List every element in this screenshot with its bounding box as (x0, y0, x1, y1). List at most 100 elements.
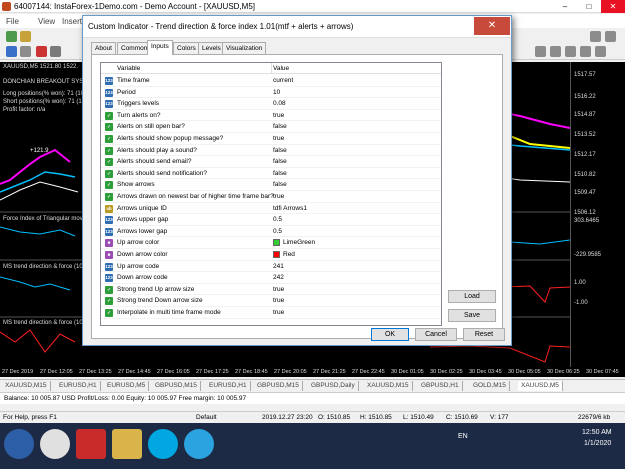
chart-tab[interactable]: GOLD,M15 (470, 381, 510, 391)
param-value[interactable]: 10 (273, 89, 280, 96)
color-swatch[interactable] (273, 251, 280, 258)
chart-tab[interactable]: EURUSD,H1 (56, 381, 101, 391)
ok-button[interactable]: OK (371, 328, 409, 341)
profile-name[interactable]: Default (196, 414, 217, 421)
zoom-out-icon[interactable] (605, 31, 616, 42)
param-value[interactable]: 0.08 (273, 100, 286, 107)
menu-insert[interactable]: Insert (62, 17, 82, 26)
input-row[interactable]: 123 Period 10 (101, 87, 441, 99)
chart-tab[interactable]: GBPUSD,M15 (152, 381, 201, 391)
chrome-icon[interactable] (40, 429, 70, 459)
input-row[interactable]: 123 Time frame current (101, 75, 441, 87)
menu-view[interactable]: View (38, 17, 55, 26)
chart-tab-active[interactable]: XAUUSD,M5 (518, 381, 563, 391)
input-row[interactable]: ✓ Alerts should send notification? false (101, 168, 441, 180)
param-value[interactable]: false (273, 158, 287, 165)
input-row[interactable]: ✓ Alerts on still open bar? false (101, 121, 441, 133)
input-row[interactable]: ✓ Show arrows false (101, 179, 441, 191)
input-row[interactable]: ✓ Alerts should play a sound? false (101, 145, 441, 157)
start-icon[interactable] (4, 429, 34, 459)
input-row[interactable]: 123 Triggers levels 0.08 (101, 98, 441, 110)
param-value[interactable]: 241 (273, 263, 284, 270)
param-value[interactable]: LimeGreen (283, 239, 315, 246)
chart-tab[interactable]: XAUUSD,M15 (2, 381, 51, 391)
color-swatch[interactable] (273, 239, 280, 247)
crosshair-icon[interactable] (6, 46, 17, 57)
column-value[interactable]: Value (273, 65, 289, 72)
chart-tab[interactable]: XAUUSD,M15 (364, 381, 413, 391)
input-row[interactable]: 123 Up arrow code 241 (101, 261, 441, 273)
period-m5-icon[interactable] (550, 46, 561, 57)
folder-icon[interactable] (112, 429, 142, 459)
chart-tab[interactable]: GBPUSD,H1 (418, 381, 463, 391)
load-button[interactable]: Load (448, 290, 496, 303)
param-value[interactable]: true (273, 135, 284, 142)
zoom-in-icon[interactable] (590, 31, 601, 42)
text-tool-icon[interactable] (36, 46, 47, 57)
tab-inputs[interactable]: Inputs (147, 40, 173, 55)
telegram-icon[interactable] (184, 429, 214, 459)
period-m1-icon[interactable] (535, 46, 546, 57)
menu-file[interactable]: File (6, 17, 19, 26)
param-value[interactable]: true (273, 309, 284, 316)
chart-tab[interactable]: EURUSD,M5 (104, 381, 150, 391)
param-value[interactable]: Red (283, 251, 295, 258)
input-row[interactable]: ✓ Arrows drawn on newest bar of higher ti… (101, 191, 441, 203)
chart-tab[interactable]: EURUSD,H1 (206, 381, 251, 391)
terminal-app-icon[interactable] (76, 429, 106, 459)
skype-icon[interactable] (148, 429, 178, 459)
close-button[interactable]: ✕ (601, 0, 625, 13)
period-m15-icon[interactable] (565, 46, 576, 57)
param-value[interactable]: true (273, 193, 284, 200)
input-row[interactable]: 123 Down arrow code 242 (101, 272, 441, 284)
tab-about[interactable]: About (91, 42, 116, 54)
line-tool-icon[interactable] (20, 46, 31, 57)
profiles-icon[interactable] (20, 31, 31, 42)
new-chart-icon[interactable] (6, 31, 17, 42)
param-value[interactable]: false (273, 170, 287, 177)
input-row[interactable]: 123 Arrows upper gap 0.5 (101, 214, 441, 226)
maximize-button[interactable]: □ (577, 0, 601, 13)
label-tool-icon[interactable] (50, 46, 61, 57)
dialog-titlebar[interactable]: Custom Indicator - Trend direction & for… (83, 16, 511, 38)
input-row[interactable]: ✓ Interpolate in multi time frame mode tru… (101, 307, 441, 319)
tab-visualization[interactable]: Visualization (222, 42, 267, 54)
minimize-button[interactable]: – (553, 0, 577, 13)
input-row[interactable]: ✓ Alerts should show popup message? true (101, 133, 441, 145)
input-row[interactable]: ✓ Alerts should send email? false (101, 156, 441, 168)
param-value[interactable]: 0.5 (273, 216, 282, 223)
param-value[interactable]: true (273, 297, 284, 304)
input-row[interactable]: ✓ Turn alerts on? true (101, 110, 441, 122)
input-row[interactable]: ■ Up arrow color LimeGreen (101, 237, 441, 249)
dialog-close-button[interactable]: ✕ (474, 17, 510, 35)
language-indicator[interactable]: EN (458, 433, 468, 440)
period-h1-icon[interactable] (580, 46, 591, 57)
cancel-button[interactable]: Cancel (415, 328, 457, 341)
input-row[interactable]: 123 Arrows lower gap 0.5 (101, 226, 441, 238)
param-value[interactable]: false (273, 147, 287, 154)
param-value[interactable]: false (273, 181, 287, 188)
param-value[interactable]: true (273, 286, 284, 293)
clock-date[interactable]: 1/1/2020 (584, 440, 611, 447)
save-button[interactable]: Save (448, 309, 496, 322)
input-row[interactable]: ✓ Strong trend Up arrow size true (101, 284, 441, 296)
param-value[interactable]: true (273, 112, 284, 119)
tab-colors[interactable]: Colors (173, 42, 200, 54)
param-value[interactable]: current (273, 77, 293, 84)
clock-time[interactable]: 12:50 AM (582, 429, 612, 436)
period-d1-icon[interactable] (595, 46, 606, 57)
column-variable[interactable]: Variable (117, 65, 140, 72)
chart-tab[interactable]: GBPUSD,M15 (254, 381, 303, 391)
input-row[interactable]: ✓ Strong trend Down arrow size true (101, 295, 441, 307)
param-value[interactable]: false (273, 123, 287, 130)
input-row[interactable]: ab Arrows unique ID tdfi Arrows1 (101, 203, 441, 215)
param-name: Strong trend Down arrow size (117, 297, 203, 305)
reset-button[interactable]: Reset (463, 328, 505, 341)
param-value[interactable]: 0.5 (273, 228, 282, 235)
input-row[interactable]: ■ Down arrow color Red (101, 249, 441, 261)
tab-levels[interactable]: Levels (198, 42, 225, 54)
param-value[interactable]: tdfi Arrows1 (273, 205, 307, 212)
chart-tab[interactable]: GBPUSD,Daily (308, 381, 359, 391)
column-divider[interactable] (271, 63, 272, 74)
param-value[interactable]: 242 (273, 274, 284, 281)
